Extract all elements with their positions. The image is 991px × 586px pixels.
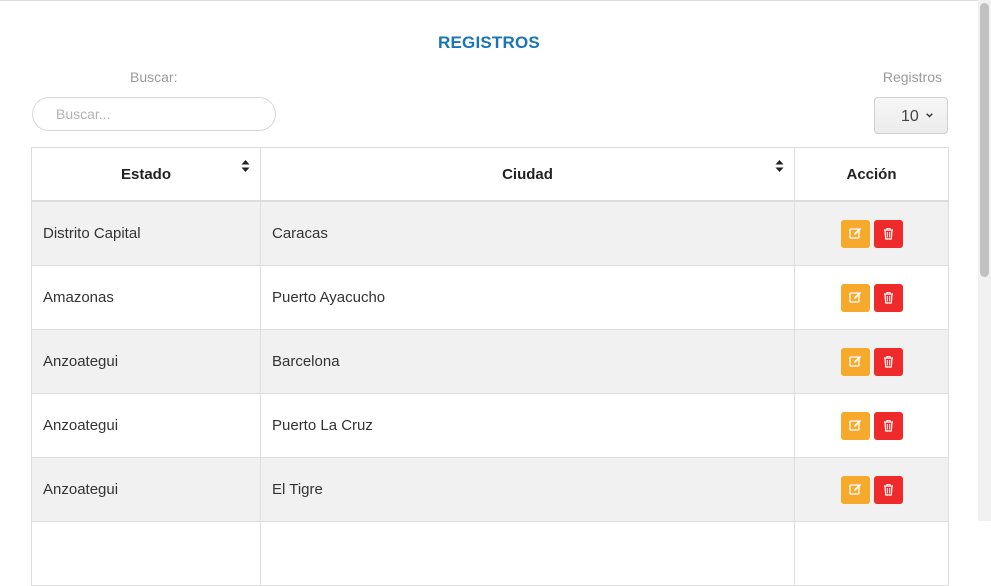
edit-button[interactable] [840,283,870,312]
column-header-accion: Acción [794,147,949,202]
trash-icon [883,419,893,432]
edit-button[interactable] [840,219,870,248]
delete-button[interactable] [873,219,903,248]
table-header-row: Estado Ciudad Acción [31,147,949,202]
trash-icon [883,291,893,304]
delete-button[interactable] [873,475,903,504]
cell-ciudad: Barcelona [260,329,795,394]
sort-icon [775,160,784,172]
delete-button[interactable] [873,347,903,376]
table-row [31,521,949,586]
records-table: Estado Ciudad Acción Distrito Capital Ca… [31,147,949,586]
cell-estado: Anzoategui [31,457,261,522]
cell-estado: Amazonas [31,265,261,330]
column-header-label: Acción [846,165,897,183]
edit-icon [848,355,861,367]
cell-actions [794,265,949,330]
cell-actions [794,329,949,394]
edit-button[interactable] [840,347,870,376]
cell-ciudad: Puerto La Cruz [260,393,795,458]
column-header-label: Estado [120,165,171,183]
vertical-scrollbar-thumb[interactable] [980,3,989,277]
edit-icon [848,291,861,303]
cell-estado: Anzoategui [31,329,261,394]
cell-estado: Distrito Capital [31,200,261,266]
cell-ciudad: Puerto Ayacucho [260,265,795,330]
cell-actions [794,521,949,586]
page-title: REGISTROS [438,33,540,52]
search-input[interactable] [32,97,276,131]
edit-icon [848,227,861,239]
table-row: Distrito Capital Caracas [31,200,949,266]
chevron-down-icon [926,113,933,118]
cell-ciudad [260,521,795,586]
column-header-label: Ciudad [502,165,553,183]
edit-button[interactable] [840,411,870,440]
table-row: Anzoategui El Tigre [31,457,949,522]
edit-button[interactable] [840,475,870,504]
cell-estado [31,521,261,586]
cell-ciudad: El Tigre [260,457,795,522]
trash-icon [883,355,893,368]
delete-button[interactable] [873,411,903,440]
cell-ciudad: Caracas [260,200,795,266]
column-header-ciudad[interactable]: Ciudad [260,147,795,202]
trash-icon [883,483,893,496]
cell-estado: Anzoategui [31,393,261,458]
table-row: Anzoategui Puerto La Cruz [31,393,949,458]
cell-actions [794,457,949,522]
edit-icon [848,483,861,495]
page-size-value: 10 [901,108,919,125]
edit-icon [848,419,861,431]
search-label: Buscar: [130,69,178,85]
page-size-select[interactable]: 10 [874,97,948,134]
column-header-estado[interactable]: Estado [31,147,261,202]
cell-actions [794,200,949,266]
trash-icon [883,227,893,240]
table-row: Amazonas Puerto Ayacucho [31,265,949,330]
cell-actions [794,393,949,458]
page-size-label: Registros [882,69,942,85]
sort-icon [241,160,250,172]
delete-button[interactable] [873,283,903,312]
table-row: Anzoategui Barcelona [31,329,949,394]
top-divider [0,0,978,1]
